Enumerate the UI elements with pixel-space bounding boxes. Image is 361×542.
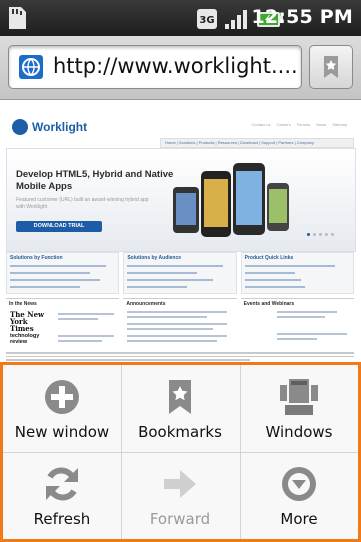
menu-new-window[interactable]: New window	[3, 365, 121, 452]
hero-subtitle: Featured customer (URL) built an award-w…	[16, 197, 149, 210]
signal-strength-icon	[225, 10, 247, 29]
menu-label: Refresh	[33, 510, 91, 528]
top-nav-item[interactable]: Contact us	[251, 122, 270, 127]
menu-forward[interactable]: Forward	[121, 452, 239, 539]
status-bar: 3G 12:55 PM	[0, 0, 361, 36]
favicon-icon	[19, 55, 43, 79]
events-and-webinars[interactable]: Events and Webinars	[240, 298, 354, 350]
hero-banner[interactable]: Develop HTML5, Hybrid and Native Mobile …	[6, 148, 356, 252]
top-nav: Contact us Careers Forums News Sitemap	[251, 122, 347, 127]
product-quick-links[interactable]: Product Quick Links	[240, 252, 354, 294]
menu-label: More	[280, 510, 318, 528]
phones-image	[173, 163, 289, 237]
chevron-down-circle-icon	[282, 467, 316, 501]
main-nav[interactable]: Home | Solutions | Products | Resources …	[160, 138, 354, 148]
worklight-logo[interactable]: Worklight	[12, 119, 87, 135]
announcements[interactable]: Announcements	[123, 298, 237, 350]
bookmark-star-icon	[169, 380, 191, 414]
solutions-by-function[interactable]: Solutions by Function	[6, 252, 120, 294]
menu-more[interactable]: More	[240, 452, 358, 539]
menu-label: Bookmarks	[138, 423, 222, 441]
in-the-news[interactable]: In the News The New York Times technolog…	[6, 298, 120, 350]
svg-text:3G: 3G	[199, 15, 214, 26]
menu-refresh[interactable]: Refresh	[3, 452, 121, 539]
carousel-dots[interactable]	[307, 233, 334, 236]
menu-windows[interactable]: Windows	[240, 365, 358, 452]
clock: 12:55 PM	[251, 6, 353, 28]
forward-arrow-icon	[164, 470, 196, 498]
tech-review-logo: technology review	[10, 333, 40, 345]
solutions-row: Solutions by Function Solutions by Audie…	[6, 252, 354, 294]
bookmark-star-icon	[324, 56, 338, 78]
news-row: In the News The New York Times technolog…	[6, 298, 354, 350]
windows-icon	[280, 379, 318, 415]
url-text: http://www.worklight....	[53, 54, 298, 78]
download-trial-button[interactable]: DOWNLOAD TRIAL	[16, 221, 102, 232]
menu-bookmarks[interactable]: Bookmarks	[121, 365, 239, 452]
options-menu: New window Bookmarks Windows Refresh For…	[0, 362, 361, 542]
plus-circle-icon	[45, 380, 79, 414]
url-field[interactable]: http://www.worklight....	[8, 45, 302, 89]
nyt-logo: The New York Times	[10, 310, 45, 333]
top-nav-item[interactable]: News	[316, 122, 326, 127]
top-nav-item[interactable]: Careers	[277, 122, 291, 127]
sd-card-icon	[9, 7, 26, 29]
footer-text	[6, 352, 354, 362]
top-nav-item[interactable]: Sitemap	[332, 122, 347, 127]
webpage-content[interactable]: Worklight Contact us Careers Forums News…	[0, 100, 361, 362]
top-nav-item[interactable]: Forums	[297, 122, 311, 127]
logo-mark-icon	[12, 119, 28, 135]
url-bar: http://www.worklight....	[0, 36, 361, 100]
bookmark-button[interactable]	[309, 45, 353, 89]
solutions-by-audience[interactable]: Solutions by Audience	[123, 252, 237, 294]
menu-label: Windows	[265, 423, 333, 441]
menu-label: Forward	[149, 510, 211, 528]
refresh-icon	[46, 467, 78, 501]
3g-icon: 3G	[197, 9, 217, 29]
menu-label: New window	[14, 423, 110, 441]
hero-title: Develop HTML5, Hybrid and Native Mobile …	[16, 169, 174, 192]
